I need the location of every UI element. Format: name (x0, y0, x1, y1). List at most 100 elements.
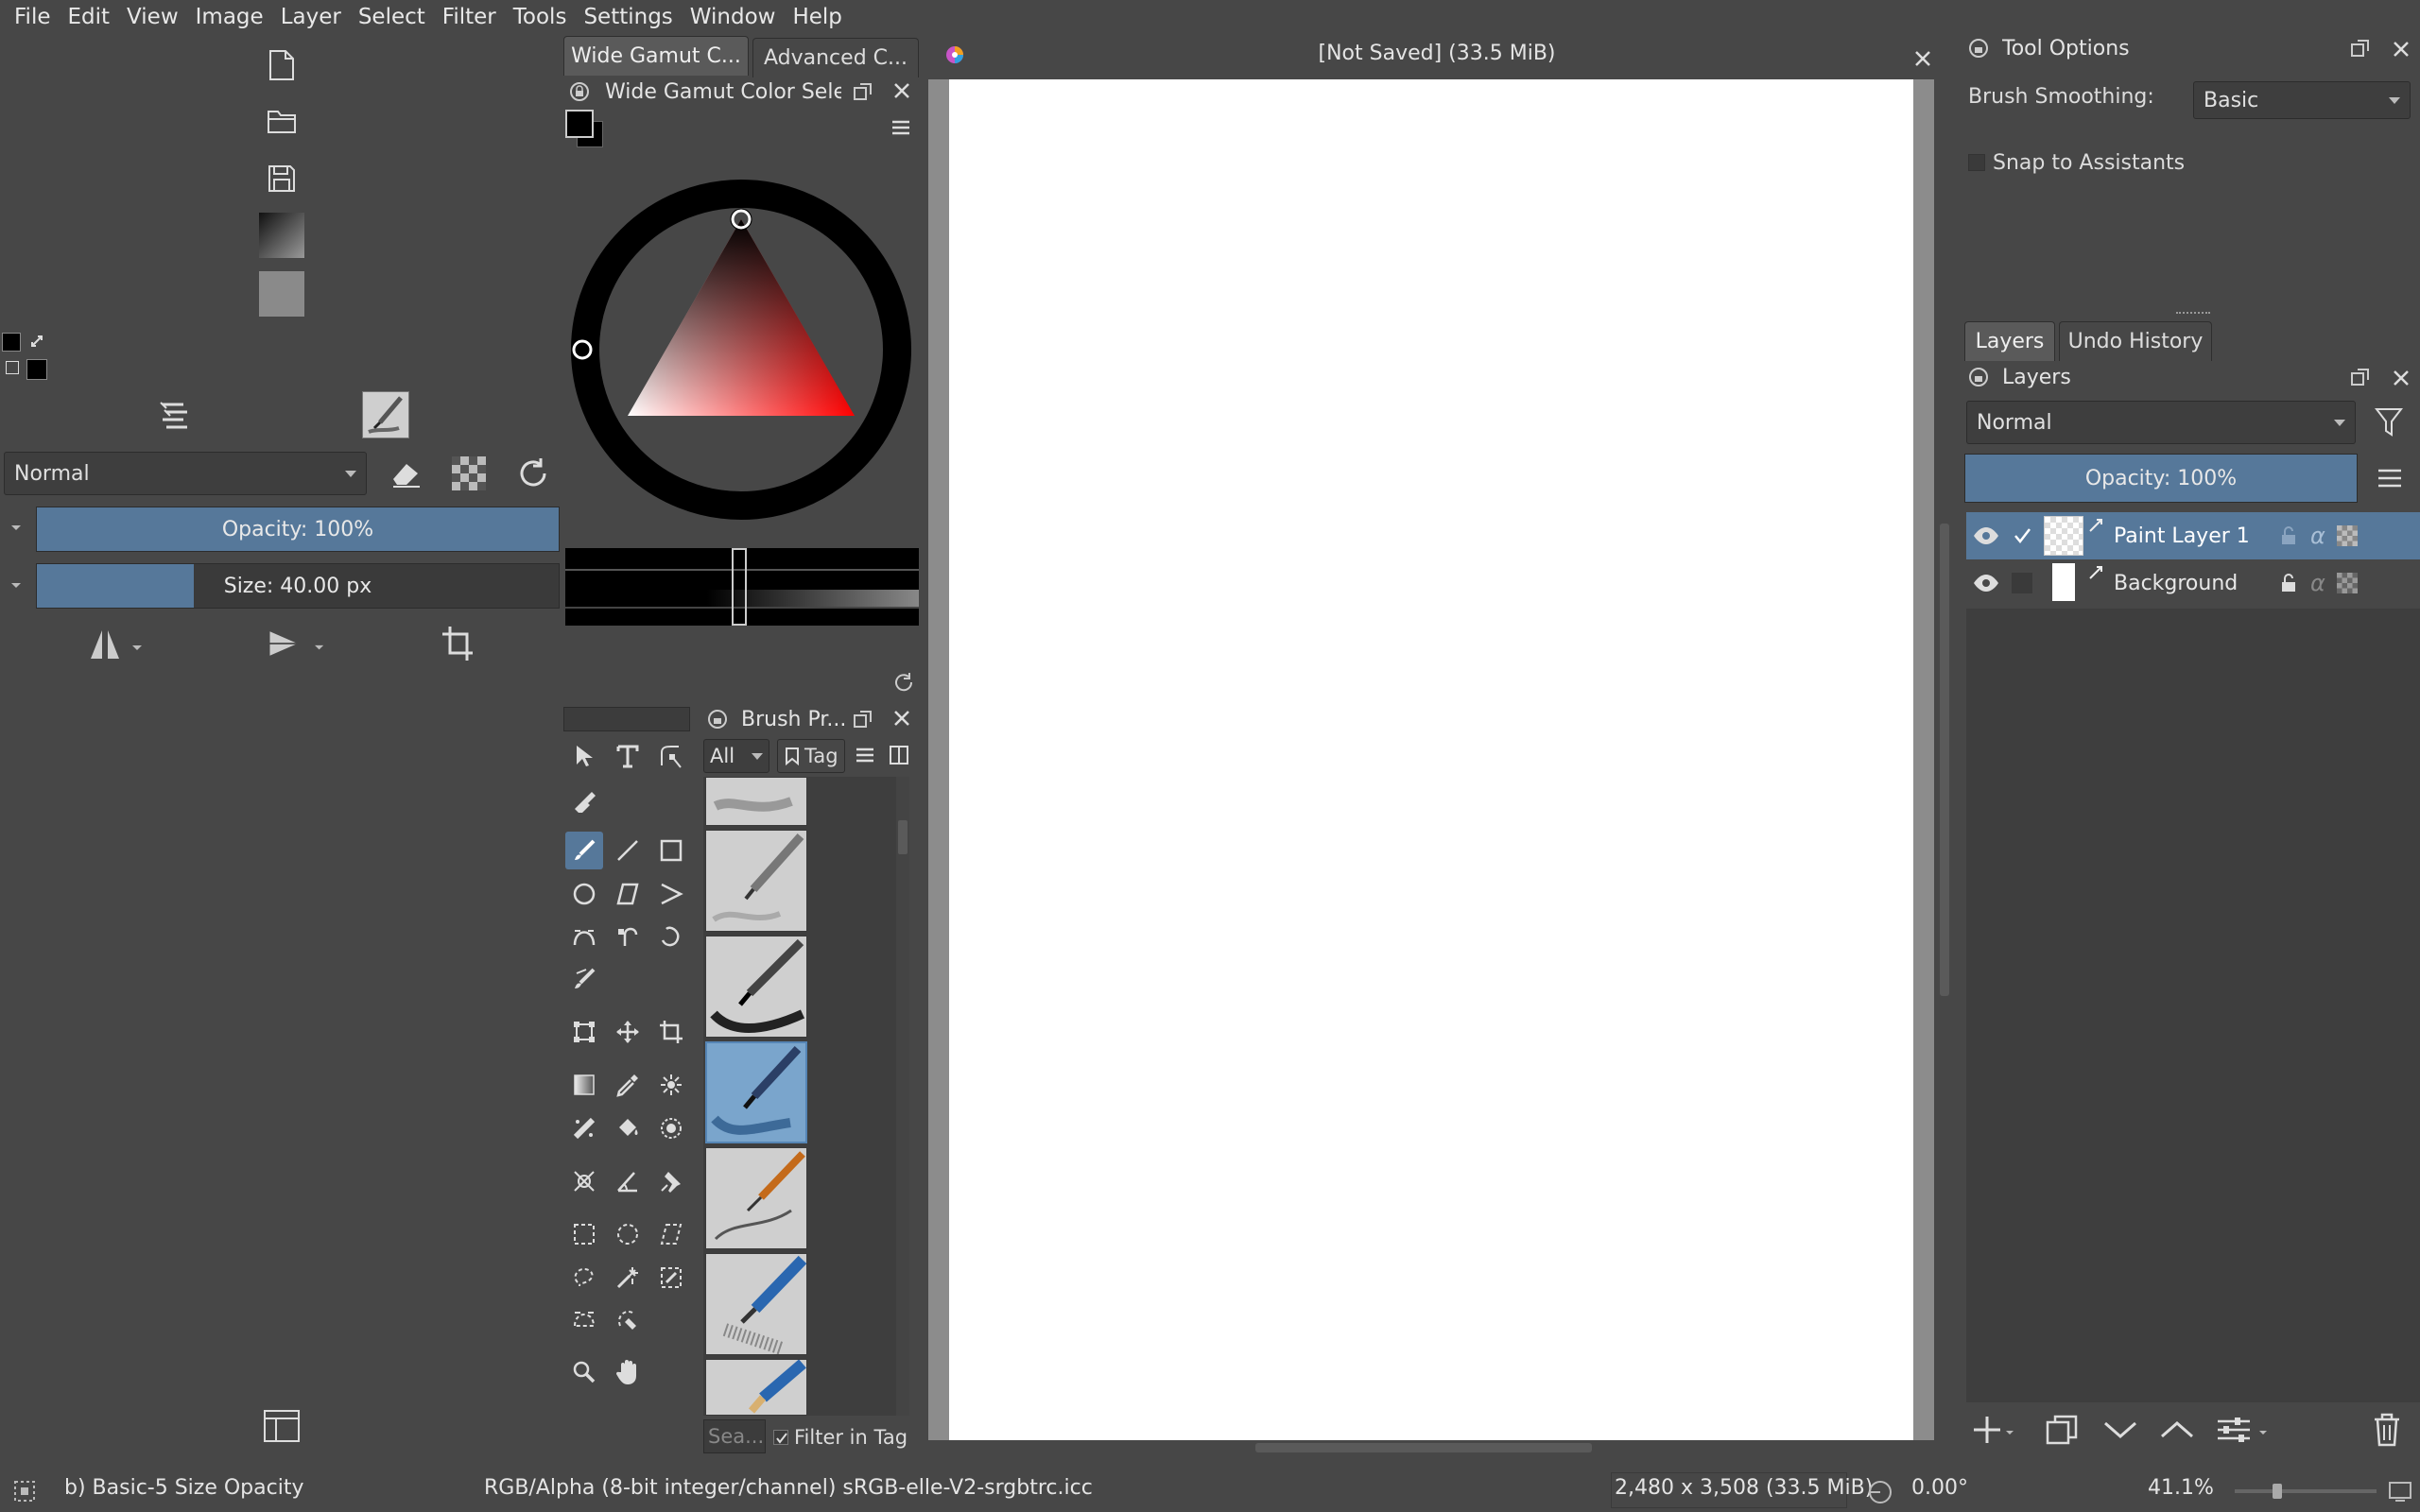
layer-blend-mode-combo[interactable]: Normal (1966, 401, 2356, 444)
brush-smoothing-combo[interactable]: Basic (2193, 81, 2411, 119)
layer-alpha-lock-icon[interactable]: α (2310, 570, 2325, 596)
colorize-mask-tool-icon[interactable] (652, 1066, 690, 1104)
close-document-icon[interactable] (1913, 49, 1932, 68)
edit-shapes-tool-icon[interactable] (652, 737, 690, 775)
tab-wide-gamut-color[interactable]: Wide Gamut C... (563, 36, 749, 76)
magnetic-select-tool-icon[interactable] (609, 1300, 647, 1338)
rotation-dial-icon[interactable] (1866, 1480, 1894, 1504)
brush-view-list-icon[interactable] (855, 747, 875, 764)
layer-visibility-eye-icon[interactable] (1972, 573, 2000, 593)
filter-in-tag-checkbox[interactable]: Filter in Tag (773, 1423, 911, 1452)
brush-tag-filter-combo[interactable]: All (703, 739, 769, 773)
selection-status-icon[interactable] (13, 1480, 36, 1503)
layer-filter-icon[interactable] (2375, 406, 2403, 438)
layers-close-icon[interactable] (2392, 369, 2411, 387)
menu-filter[interactable]: Filter (434, 0, 505, 34)
brush-preset-icon[interactable] (355, 389, 416, 440)
freehand-path-tool-icon[interactable] (609, 917, 647, 954)
move-layer-up-icon[interactable] (2159, 1414, 2195, 1446)
freehand-select-tool-icon[interactable] (565, 1259, 603, 1297)
canvas-vertical-scrollbar[interactable] (1936, 79, 1953, 1440)
calligraphy-tool-icon[interactable] (565, 781, 603, 818)
mirror-horizontal-icon[interactable] (85, 618, 146, 669)
rectangle-tool-icon[interactable] (652, 832, 690, 869)
layer-row-background[interactable]: Background α (1966, 559, 2420, 607)
canvas-only-mode-icon[interactable] (2388, 1480, 2412, 1503)
brush-preset-item[interactable] (705, 777, 807, 826)
mirror-vertical-icon[interactable] (265, 618, 325, 669)
brush-preset-item[interactable] (705, 1147, 807, 1249)
layer-opacity-slider[interactable]: Opacity: 100% (1964, 454, 2358, 503)
bezier-select-tool-icon[interactable] (565, 1300, 603, 1338)
polyline-tool-icon[interactable] (652, 875, 690, 913)
duplicate-layer-icon[interactable] (2046, 1414, 2080, 1446)
menu-edit[interactable]: Edit (60, 0, 119, 34)
color-patches[interactable] (565, 548, 919, 626)
snap-to-assistants-checkbox[interactable]: Snap to Assistants (1968, 147, 2252, 178)
layer-visibility-eye-icon[interactable] (1972, 525, 2000, 546)
current-color-swatch[interactable] (565, 110, 607, 151)
assistant-tool-icon[interactable] (565, 1162, 603, 1200)
similar-select-tool-icon[interactable] (652, 1259, 690, 1297)
fill-tool-icon[interactable] (609, 1109, 647, 1147)
menu-tools[interactable]: Tools (505, 0, 576, 34)
layer-inherit-alpha-icon[interactable] (2336, 525, 2358, 546)
ellipse-tool-icon[interactable] (565, 875, 603, 913)
reload-preset-icon[interactable] (503, 448, 563, 499)
dynamic-brush-tool-icon[interactable] (652, 917, 690, 954)
polygon-select-tool-icon[interactable] (652, 1215, 690, 1253)
brush-preset-item-selected[interactable] (705, 1041, 807, 1143)
refresh-colors-icon[interactable] (892, 671, 915, 694)
reference-images-tool-icon[interactable] (652, 1162, 690, 1200)
layer-menu-icon[interactable] (2377, 467, 2403, 490)
zoom-slider[interactable] (2235, 1484, 2377, 1499)
freehand-brush-tool-icon[interactable] (565, 832, 603, 869)
layers-lock-icon[interactable] (1968, 367, 1989, 387)
tag-button[interactable]: Tag (777, 739, 845, 773)
ellipse-select-tool-icon[interactable] (609, 1215, 647, 1253)
tab-undo-history[interactable]: Undo History (2059, 321, 2212, 361)
line-tool-icon[interactable] (609, 832, 647, 869)
multibrush-tool-icon[interactable] (565, 960, 603, 998)
drawing-canvas[interactable] (949, 79, 1913, 1440)
gradient-tool-icon[interactable] (565, 1066, 603, 1104)
transform-tool-icon[interactable] (565, 1013, 603, 1051)
layer-properties-icon[interactable] (2216, 1414, 2273, 1446)
layer-inherit-alpha-icon[interactable] (2336, 573, 2358, 593)
brush-float-docker-icon[interactable] (853, 709, 873, 730)
layers-float-icon[interactable] (2350, 367, 2371, 387)
docker-lock-icon[interactable] (569, 81, 590, 102)
layer-row-paint-layer-1[interactable]: Paint Layer 1 α (1966, 512, 2420, 559)
zoom-tool-icon[interactable] (565, 1353, 603, 1391)
move-layer-down-icon[interactable] (2102, 1414, 2138, 1446)
brush-search-input[interactable]: Sea... (703, 1419, 766, 1453)
blend-mode-combo[interactable]: Normal (4, 452, 367, 495)
menu-image[interactable]: Image (187, 0, 272, 34)
menu-window[interactable]: Window (682, 0, 785, 34)
tab-layers[interactable]: Layers (1964, 321, 2055, 361)
brush-preset-item[interactable] (705, 1359, 807, 1416)
canvas-horizontal-scrollbar[interactable] (928, 1440, 1936, 1455)
enclose-fill-tool-icon[interactable] (652, 1109, 690, 1147)
pan-tool-icon[interactable] (609, 1353, 647, 1391)
layer-lock-icon[interactable] (2280, 525, 2297, 546)
rect-select-tool-icon[interactable] (565, 1215, 603, 1253)
brush-preset-item[interactable] (705, 830, 807, 932)
brush-list-scrollbar[interactable] (896, 777, 909, 1416)
measure-tool-icon[interactable] (609, 1162, 647, 1200)
close-docker-icon[interactable] (892, 81, 911, 100)
move-tool-icon[interactable] (609, 1013, 647, 1051)
color-triangle-selector[interactable] (563, 170, 923, 529)
tool-options-float-icon[interactable] (2350, 38, 2371, 59)
menu-select[interactable]: Select (350, 0, 434, 34)
opacity-slider[interactable]: Opacity: 100% (36, 507, 560, 552)
new-document-icon[interactable] (251, 40, 312, 91)
delete-layer-icon[interactable] (2371, 1412, 2403, 1448)
text-tool-icon[interactable] (609, 737, 647, 775)
docker-splitter[interactable] (2176, 312, 2210, 318)
workspace-chooser-icon[interactable] (251, 1400, 312, 1452)
bezier-curve-tool-icon[interactable] (565, 917, 603, 954)
brush-close-docker-icon[interactable] (892, 709, 911, 728)
contiguous-select-tool-icon[interactable] (609, 1259, 647, 1297)
menu-help[interactable]: Help (784, 0, 850, 34)
